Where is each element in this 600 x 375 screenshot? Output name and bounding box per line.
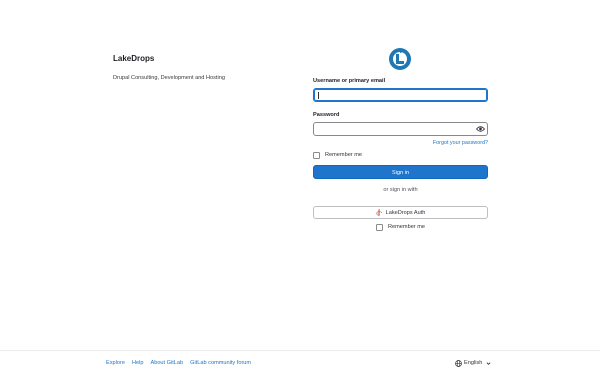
forgot-password-link[interactable]: Forgot your password? (313, 139, 488, 147)
username-label: Username or primary email (313, 78, 386, 84)
lakedrops-auth-button[interactable]: LakeDrops Auth (313, 206, 488, 219)
text-caret (318, 92, 319, 99)
language-selector[interactable]: English (455, 359, 491, 367)
globe-icon (455, 359, 462, 367)
language-label: English (464, 360, 483, 366)
or-sign-in-with-text: or sign in with (383, 187, 418, 193)
password-input[interactable] (313, 122, 488, 136)
openid-icon (375, 209, 382, 216)
auth-remember-me-row[interactable]: Remember me (313, 223, 488, 231)
lakedrops-auth-label: LakeDrops Auth (385, 209, 426, 216)
footer-links: Explore Help About GitLab GitLab communi… (106, 359, 251, 367)
footer-link-explore[interactable]: Explore (106, 359, 125, 367)
footer-link-about-gitlab[interactable]: About GitLab (150, 359, 183, 367)
brand-panel: LakeDrops Drupal Consulting, Development… (113, 53, 293, 82)
sign-in-button[interactable]: Sign in (313, 165, 488, 179)
auth-remember-me-checkbox[interactable] (376, 223, 383, 231)
auth-remember-me-label: Remember me (388, 224, 425, 230)
lakedrops-logo-icon (389, 48, 411, 70)
remember-me-row[interactable]: Remember me (313, 151, 488, 159)
username-input[interactable] (313, 88, 488, 102)
remember-me-checkbox[interactable] (313, 151, 320, 159)
footer-divider (0, 350, 600, 351)
footer-link-help[interactable]: Help (132, 359, 144, 367)
chevron-down-icon (486, 361, 491, 365)
brand-title: LakeDrops (113, 54, 155, 63)
show-password-eye-icon[interactable] (476, 125, 485, 133)
password-label: Password (313, 112, 340, 118)
footer-link-community-forum[interactable]: GitLab community forum (190, 359, 251, 367)
brand-tagline: Drupal Consulting, Development and Hosti… (113, 75, 225, 81)
sign-in-form: Username or primary email Password Forgo… (313, 77, 488, 231)
remember-me-label: Remember me (325, 152, 362, 158)
